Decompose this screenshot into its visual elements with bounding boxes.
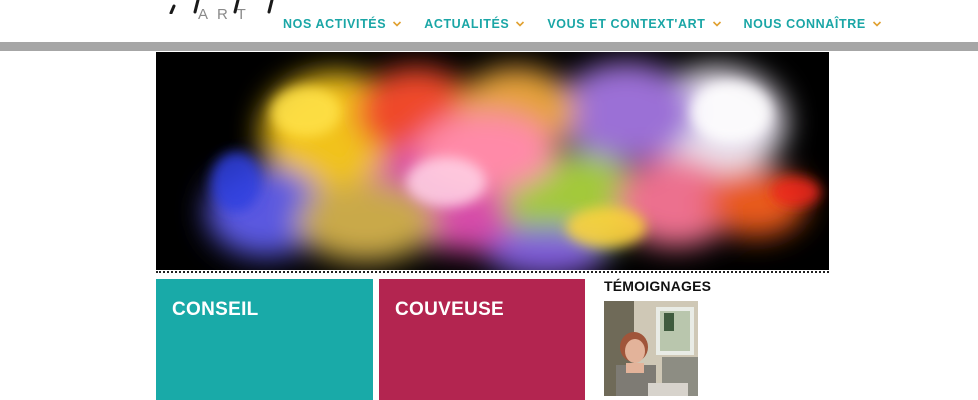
nav-item-label: ACTUALITÉS — [424, 17, 510, 31]
color-powder-explosion-image — [156, 52, 829, 270]
nav-item-actualites[interactable]: ACTUALITÉS — [424, 17, 525, 31]
site-header: ART NOS ACTIVITÉS ACTUALITÉS VOUS ET CON… — [0, 0, 978, 42]
main-nav: NOS ACTIVITÉS ACTUALITÉS VOUS ET CONTEXT… — [283, 17, 904, 31]
nav-item-label: NOUS CONNAÎTRE — [743, 17, 866, 31]
nav-item-nous-connaitre[interactable]: NOUS CONNAÎTRE — [744, 17, 882, 31]
chevron-down-icon — [516, 21, 525, 27]
testimonials-heading: TÉMOIGNAGES — [604, 278, 712, 294]
testimonial-photo[interactable] — [604, 301, 698, 396]
hero-image — [156, 52, 829, 270]
tile-couveuse[interactable]: COUVEUSE — [379, 279, 585, 400]
chevron-down-icon — [393, 21, 402, 27]
nav-item-vous-et-contextart[interactable]: VOUS ET CONTEXT'ART — [547, 17, 721, 31]
tile-title: CONSEIL — [172, 299, 259, 320]
tile-title: COUVEUSE — [395, 299, 505, 320]
testimonial-portrait-image — [604, 301, 698, 396]
dotted-divider — [156, 271, 829, 273]
chevron-down-icon — [872, 21, 881, 27]
chevron-down-icon — [712, 21, 721, 27]
site-logo[interactable]: ART — [168, 0, 280, 32]
nav-item-label: NOS ACTIVITÉS — [283, 17, 387, 31]
logo-text: ART — [198, 6, 255, 23]
tile-conseil[interactable]: CONSEIL — [156, 279, 373, 400]
header-divider-bar — [0, 42, 978, 51]
nav-item-label: VOUS ET CONTEXT'ART — [547, 17, 706, 31]
nav-item-nos-activites[interactable]: NOS ACTIVITÉS — [283, 17, 402, 31]
